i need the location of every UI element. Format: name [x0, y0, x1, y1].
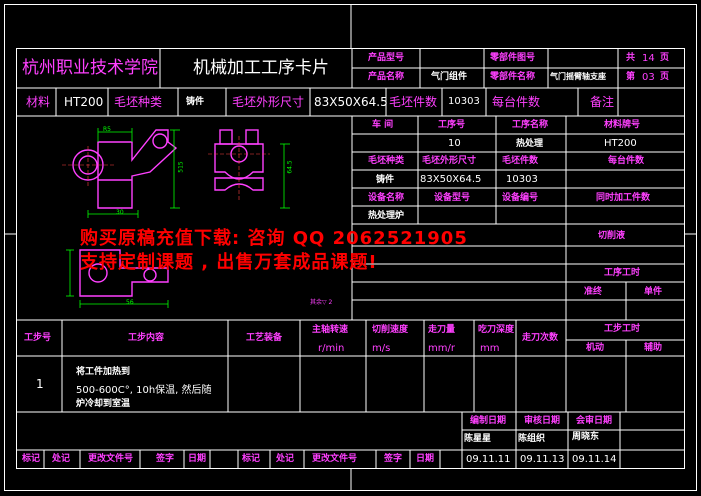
mark-label-9: 签字: [384, 454, 403, 464]
blank-count-value: 10303: [448, 96, 480, 107]
col-step-no: 工步号: [24, 333, 52, 343]
material-no-label: 材料牌号: [604, 120, 641, 130]
col-depth: 吃刀深度: [478, 325, 515, 335]
dim-width: 30: [116, 209, 124, 216]
material-label: 材料: [26, 95, 51, 109]
remark-label: 备注: [590, 95, 615, 109]
review-date-label: 审核日期: [524, 416, 561, 426]
col-cutting-speed: 切削速度: [372, 325, 409, 335]
compile-date-label: 编制日期: [470, 416, 507, 426]
product-name: 气门组件: [431, 72, 468, 82]
school-name: 杭州职业技术学院: [22, 58, 158, 78]
op-hours-label: 工序工时: [604, 268, 641, 278]
total-label: 共: [626, 53, 636, 63]
mark-label-7: 处记: [276, 454, 295, 464]
concurrent-label: 同时加工件数: [596, 193, 651, 203]
compiler-name: 陈星星: [464, 434, 492, 444]
total-unit: 页: [660, 53, 670, 63]
cad-drawing-viewport[interactable]: R5 515 64.5 30 56 其余▽ 2 杭州职业技术学院 机械加工工序卡…: [0, 0, 701, 496]
mark-label-5: 日期: [188, 454, 207, 464]
watermark-line-1: 购买原稿充值下载: 咨询 QQ 2062521905: [80, 228, 468, 249]
mark-label-4: 签字: [156, 454, 175, 464]
op-name-label: 工序名称: [512, 120, 549, 130]
material-no: HT200: [604, 138, 637, 149]
mark-label-8: 更改文件号: [312, 454, 358, 464]
step-1-line2: 500-600C°, 10h保温, 然后随: [76, 385, 212, 396]
watermark-line-2: 支持定制课题 , 出售万套成品课题!: [80, 252, 378, 273]
time-machine-label: 机动: [586, 343, 605, 353]
unit-time-label: 单件: [644, 287, 663, 297]
coolant-label: 切削液: [598, 231, 626, 241]
equip-model-label: 设备型号: [434, 193, 471, 203]
blank-size-value: 83X50X64.5: [314, 95, 388, 109]
mark-label-6: 标记: [242, 454, 261, 464]
info-blank-pieces: 10303: [506, 174, 538, 185]
prep-label: 准终: [584, 287, 603, 297]
unit-mps: m/s: [372, 343, 391, 354]
product-model-label: 产品型号: [368, 53, 405, 63]
review-date: 09.11.13: [520, 454, 565, 465]
dim-bottom: 56: [126, 299, 134, 306]
equip-name: 热处理炉: [368, 211, 405, 221]
workshop-label: 车 间: [372, 120, 394, 130]
approve-date-label: 会审日期: [576, 416, 613, 426]
dim-height-right: 64.5: [286, 160, 294, 174]
sheet-no: 03: [642, 72, 655, 83]
sheet-label: 第: [626, 72, 636, 82]
scale-note: 其余▽ 2: [310, 299, 333, 306]
blank-type-value: 铸件: [186, 97, 205, 107]
mark-label-10: 日期: [416, 454, 435, 464]
unit-mmr: mm/r: [428, 343, 455, 354]
col-spindle-speed: 主轴转速: [312, 325, 349, 335]
info-blank-pieces-label: 毛坯件数: [502, 156, 539, 166]
col-step-time: 工步工时: [604, 324, 641, 334]
dim-top: R5: [103, 126, 111, 133]
mark-label-3: 更改文件号: [88, 454, 134, 464]
compile-date: 09.11.11: [466, 454, 511, 465]
part-model-label: 零部件图号: [490, 53, 536, 63]
info-blank-size: 83X50X64.5: [420, 174, 482, 185]
step-1-line1: 将工件加热到: [76, 367, 131, 377]
sheet-unit: 页: [660, 72, 670, 82]
unit-rpm: r/min: [318, 343, 345, 354]
part-name-label: 零部件名称: [490, 72, 536, 82]
blank-size-label: 毛坯外形尺寸: [232, 95, 305, 109]
col-equipment: 工艺装备: [246, 333, 283, 343]
info-per-unit-label: 每台件数: [608, 156, 645, 166]
approver-name: 周晓东: [572, 432, 600, 442]
info-blank-size-label: 毛坯外形尺寸: [422, 156, 477, 166]
approve-date: 09.11.14: [572, 454, 617, 465]
op-name: 热处理: [516, 139, 544, 149]
blank-type-label: 毛坯种类: [114, 95, 163, 109]
col-step-content: 工步内容: [128, 333, 165, 343]
total-pages: 14: [642, 53, 655, 64]
product-name-label: 产品名称: [368, 72, 405, 82]
unit-mm: mm: [480, 343, 500, 354]
op-no: 10: [448, 138, 461, 149]
dim-height-left: 515: [177, 161, 185, 173]
part-sketch: [62, 128, 290, 308]
material-value: HT200: [64, 95, 104, 109]
reviewer-name: 陈组织: [518, 434, 546, 444]
per-piece-label: 每台件数: [492, 95, 541, 109]
equip-name-label: 设备名称: [368, 193, 405, 203]
blank-count-label: 毛坯件数: [389, 95, 438, 109]
mark-label-1: 标记: [22, 454, 41, 464]
info-blank-type: 铸件: [376, 175, 395, 185]
col-passes: 走刀次数: [522, 333, 559, 343]
card-title: 机械加工工序卡片: [193, 58, 329, 78]
part-name: 气门摇臂轴支座: [550, 72, 606, 81]
col-feed: 走刀量: [428, 325, 456, 335]
equip-no-label: 设备编号: [502, 193, 539, 203]
mark-label-2: 处记: [52, 454, 71, 464]
step-1-line3: 炉冷却到室温: [76, 399, 131, 409]
op-no-label: 工序号: [438, 120, 466, 130]
step-1-no: 1: [36, 377, 44, 391]
time-aux-label: 辅助: [644, 343, 663, 353]
info-blank-type-label: 毛坯种类: [368, 156, 405, 166]
